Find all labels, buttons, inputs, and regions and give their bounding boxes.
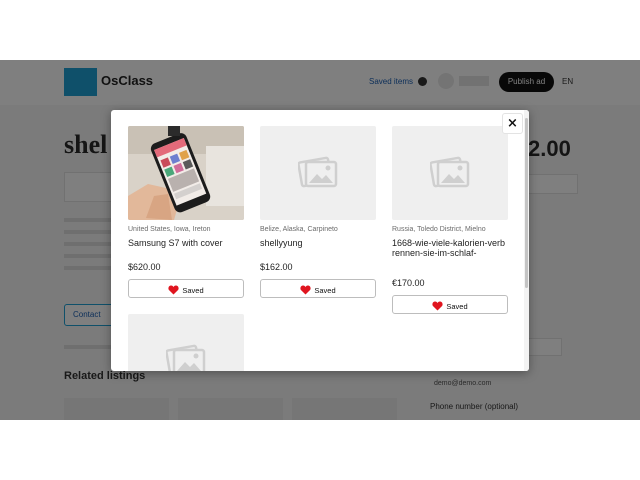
saved-label: Saved [314,285,336,295]
item-price: $620.00 [128,262,161,272]
item-title[interactable]: shellyyung [260,238,376,248]
saved-label: Saved [446,301,468,311]
item-title[interactable]: Samsung S7 with cover [128,238,244,248]
item-price: $162.00 [260,262,293,272]
close-icon[interactable]: × [502,113,523,134]
saved-label: Saved [182,285,204,295]
item-photo[interactable] [260,126,376,220]
heart-icon [168,285,179,295]
image-placeholder-icon [430,156,470,188]
saved-items-modal: United States, Iowa, Ireton Samsung S7 w… [111,110,529,371]
heart-icon [432,301,443,311]
phone-photo-icon [128,126,244,220]
item-price: €170.00 [392,278,425,288]
saved-toggle-button[interactable]: Saved [128,279,244,298]
item-location: Belize, Alaska, Carpineto [260,226,338,233]
item-title[interactable]: 1668-wie-viele-kalorien-verbrennen-sie-i… [392,238,508,258]
scrollbar-thumb[interactable] [525,118,528,288]
item-photo[interactable] [128,314,244,371]
item-photo[interactable] [392,126,508,220]
item-location: United States, Iowa, Ireton [128,226,211,233]
image-placeholder-icon [166,344,206,371]
modal-scrollbar[interactable] [524,110,529,371]
heart-icon [300,285,311,295]
saved-toggle-button[interactable]: Saved [260,279,376,298]
item-photo[interactable] [128,126,244,220]
image-placeholder-icon [298,156,338,188]
item-location: Russia, Toledo District, Mielno [392,226,486,233]
saved-toggle-button[interactable]: Saved [392,295,508,314]
